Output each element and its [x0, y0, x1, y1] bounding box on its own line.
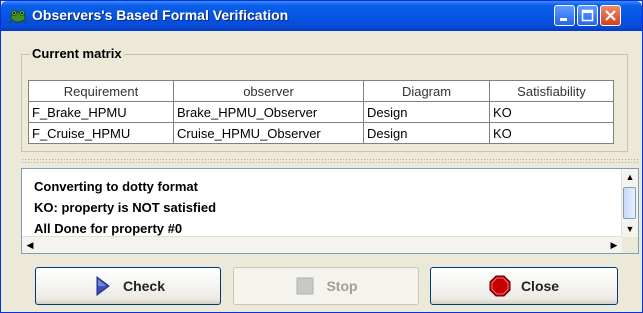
column-header-observer[interactable]: observer [173, 80, 364, 102]
matrix-table: Requirement observer Diagram Satisfiabil… [28, 80, 614, 144]
maximize-button[interactable] [577, 5, 598, 26]
table-row[interactable]: F_Brake_HPMU Brake_HPMU_Observer Design … [28, 101, 614, 123]
vertical-scroll-thumb[interactable] [623, 187, 636, 219]
cell-satisfiability[interactable]: KO [489, 101, 614, 123]
current-matrix-title: Current matrix [30, 46, 124, 61]
stop-square-icon [296, 277, 314, 295]
column-header-satisfiability[interactable]: Satisfiability [489, 80, 614, 102]
close-window-button[interactable] [600, 5, 621, 26]
horizontal-scrollbar[interactable]: ◀ ▶ [22, 236, 622, 253]
scroll-down-arrow-icon[interactable]: ▼ [622, 221, 638, 237]
stop-button[interactable]: Stop [233, 267, 419, 305]
close-button[interactable]: Close [430, 267, 618, 305]
table-header-row: Requirement observer Diagram Satisfiabil… [28, 80, 614, 102]
frog-icon [9, 10, 27, 24]
play-arrow-icon [96, 276, 110, 296]
cell-requirement[interactable]: F_Brake_HPMU [28, 101, 174, 123]
log-line: Converting to dotty format [34, 179, 198, 194]
table-row[interactable]: F_Cruise_HPMU Cruise_HPMU_Observer Desig… [28, 122, 614, 144]
minimize-icon [560, 18, 567, 21]
stop-sign-icon [489, 275, 511, 297]
check-button-label: Check [122, 278, 166, 294]
window-title: Observers's Based Formal Verification [32, 7, 289, 23]
close-button-label: Close [520, 278, 560, 294]
scroll-right-arrow-icon[interactable]: ▶ [606, 237, 622, 253]
dialog-window: Observers's Based Formal Verification Cu… [0, 0, 643, 313]
close-icon [605, 10, 616, 21]
scroll-up-arrow-icon[interactable]: ▲ [622, 169, 638, 185]
maximize-icon [581, 9, 594, 22]
scrollbar-corner [622, 237, 638, 253]
scroll-left-arrow-icon[interactable]: ◀ [22, 237, 38, 253]
log-text: Converting to dotty format KO: property … [34, 176, 216, 239]
cell-requirement[interactable]: F_Cruise_HPMU [28, 122, 174, 144]
stop-button-label: Stop [326, 278, 358, 294]
vertical-scrollbar[interactable]: ▲ ▼ [621, 169, 638, 237]
log-line: KO: property is NOT satisfied [34, 200, 217, 215]
cell-diagram[interactable]: Design [363, 122, 490, 144]
minimize-button[interactable] [554, 5, 575, 26]
cell-observer[interactable]: Brake_HPMU_Observer [173, 101, 364, 123]
cell-diagram[interactable]: Design [363, 101, 490, 123]
column-header-requirement[interactable]: Requirement [28, 80, 174, 102]
split-pane-divider[interactable] [21, 158, 639, 164]
column-header-diagram[interactable]: Diagram [363, 80, 490, 102]
title-bar[interactable]: Observers's Based Formal Verification [1, 1, 642, 31]
log-panel[interactable]: Converting to dotty format KO: property … [21, 168, 639, 254]
check-button[interactable]: Check [35, 267, 221, 305]
cell-observer[interactable]: Cruise_HPMU_Observer [173, 122, 364, 144]
cell-satisfiability[interactable]: KO [489, 122, 614, 144]
